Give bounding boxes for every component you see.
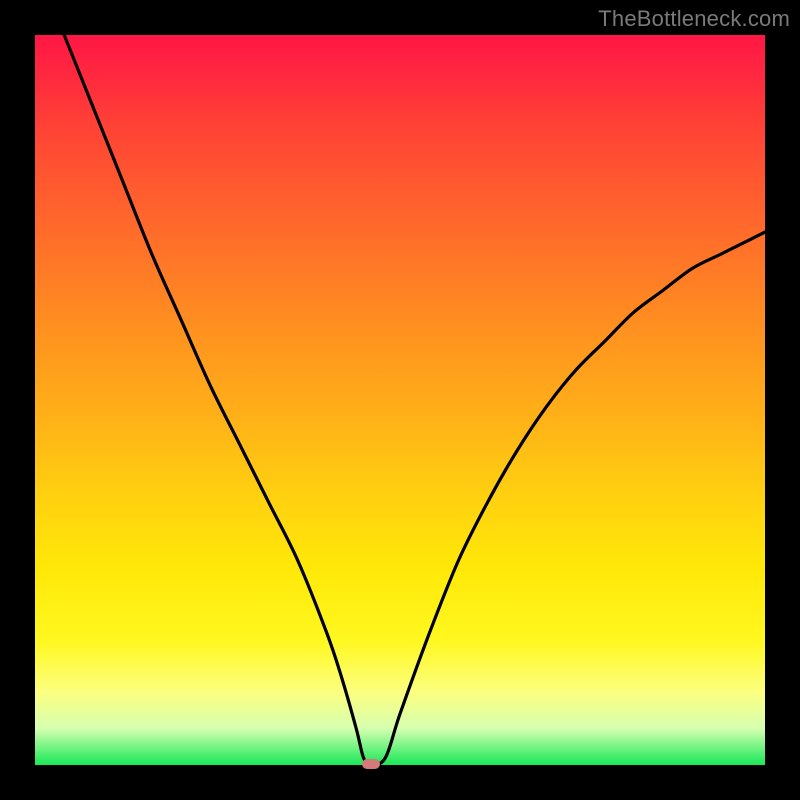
chart-frame: TheBottleneck.com <box>0 0 800 800</box>
minimum-marker <box>362 759 380 769</box>
watermark-text: TheBottleneck.com <box>598 6 790 32</box>
plot-area <box>35 35 765 765</box>
bottleneck-curve <box>35 35 765 765</box>
